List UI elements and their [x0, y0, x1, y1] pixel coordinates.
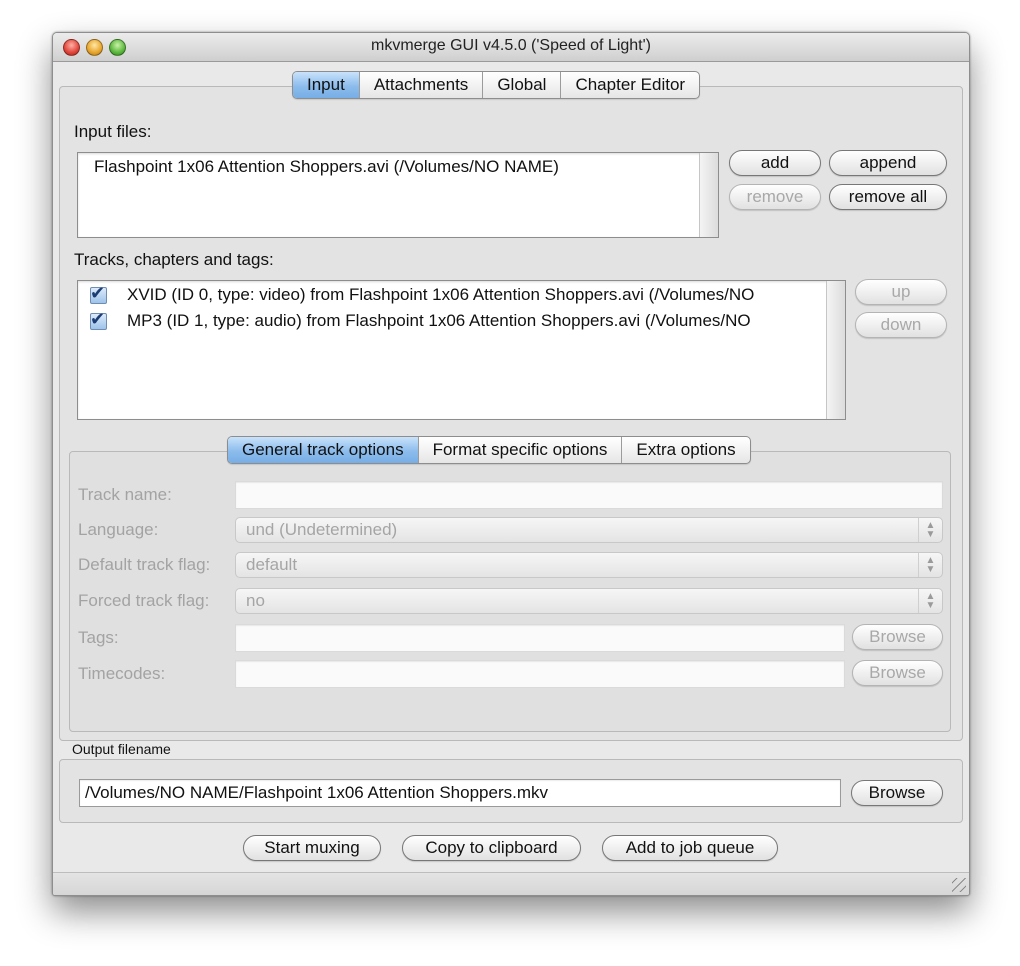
tab-format-specific-options[interactable]: Format specific options: [417, 437, 622, 463]
input-files-scrollbar[interactable]: [699, 153, 718, 237]
up-down-arrows-icon: ▲ ▼: [918, 553, 942, 577]
copy-to-clipboard-button[interactable]: Copy to clipboard: [402, 835, 581, 861]
tab-general-track-options[interactable]: General track options: [228, 437, 418, 463]
timecodes-label: Timecodes:: [78, 664, 166, 683]
window-title: mkvmerge GUI v4.5.0 ('Speed of Light'): [370, 37, 651, 54]
tags-label: Tags:: [78, 628, 119, 647]
track-options-tabbar: General track options Format specific op…: [227, 436, 751, 464]
up-down-arrows-icon: ▲ ▼: [918, 518, 942, 542]
input-files-list[interactable]: Flashpoint 1x06 Attention Shoppers.avi (…: [77, 152, 719, 238]
add-to-job-queue-button[interactable]: Add to job queue: [602, 835, 778, 861]
track-up-button[interactable]: up: [855, 279, 947, 305]
track-down-button[interactable]: down: [855, 312, 947, 338]
default-flag-value: default: [246, 555, 298, 574]
track-row-video[interactable]: ✔ XVID (ID 0, type: video) from Flashpoi…: [90, 283, 755, 305]
input-file-item[interactable]: Flashpoint 1x06 Attention Shoppers.avi (…: [94, 157, 559, 177]
tab-input[interactable]: Input: [293, 72, 359, 98]
resize-grip-icon[interactable]: [952, 878, 966, 892]
language-select[interactable]: und (Undetermined) ▲ ▼: [235, 517, 943, 543]
track-row-audio[interactable]: ✔ MP3 (ID 1, type: audio) from Flashpoin…: [90, 309, 751, 331]
checkmark-icon: ✔: [90, 282, 106, 303]
output-filename-input[interactable]: /Volumes/NO NAME/Flashpoint 1x06 Attenti…: [79, 779, 841, 807]
up-down-arrows-icon: ▲ ▼: [918, 589, 942, 613]
tab-extra-options[interactable]: Extra options: [621, 437, 749, 463]
status-bar: [53, 872, 969, 895]
input-files-label: Input files:: [74, 122, 152, 141]
tags-input[interactable]: [235, 624, 845, 652]
track-name-label: Track name:: [78, 485, 172, 504]
tracks-list[interactable]: ✔ XVID (ID 0, type: video) from Flashpoi…: [77, 280, 846, 420]
title-bar[interactable]: mkvmerge GUI v4.5.0 ('Speed of Light'): [53, 33, 969, 62]
remove-all-button[interactable]: remove all: [829, 184, 947, 210]
output-filename-label: Output filename: [72, 741, 171, 757]
timecodes-browse-button[interactable]: Browse: [852, 660, 943, 686]
tab-attachments[interactable]: Attachments: [358, 72, 483, 98]
forced-flag-select[interactable]: no ▲ ▼: [235, 588, 943, 614]
tab-chapter-editor[interactable]: Chapter Editor: [560, 72, 699, 98]
tracks-label: Tracks, chapters and tags:: [74, 250, 274, 269]
forced-flag-value: no: [246, 591, 265, 610]
language-label: Language:: [78, 520, 159, 539]
track-1-checkbox[interactable]: ✔: [90, 309, 107, 330]
start-muxing-button[interactable]: Start muxing: [243, 835, 381, 861]
track-0-checkbox[interactable]: ✔: [90, 283, 107, 304]
add-button[interactable]: add: [729, 150, 821, 176]
tab-global[interactable]: Global: [482, 72, 560, 98]
append-button[interactable]: append: [829, 150, 947, 176]
checkmark-icon: ✔: [90, 308, 106, 329]
timecodes-input[interactable]: [235, 660, 845, 688]
output-filename-value: /Volumes/NO NAME/Flashpoint 1x06 Attenti…: [85, 783, 549, 802]
tracks-scrollbar[interactable]: [826, 281, 845, 419]
forced-flag-label: Forced track flag:: [78, 591, 210, 610]
app-window: mkvmerge GUI v4.5.0 ('Speed of Light') I…: [52, 32, 970, 896]
remove-button[interactable]: remove: [729, 184, 821, 210]
track-1-label: MP3 (ID 1, type: audio) from Flashpoint …: [127, 311, 751, 330]
output-browse-button[interactable]: Browse: [851, 780, 943, 806]
tags-browse-button[interactable]: Browse: [852, 624, 943, 650]
default-flag-label: Default track flag:: [78, 555, 211, 574]
track-0-label: XVID (ID 0, type: video) from Flashpoint…: [127, 285, 755, 304]
language-value: und (Undetermined): [246, 520, 398, 539]
track-name-input[interactable]: [235, 481, 943, 509]
default-flag-select[interactable]: default ▲ ▼: [235, 552, 943, 578]
main-tabbar: Input Attachments Global Chapter Editor: [292, 71, 701, 99]
